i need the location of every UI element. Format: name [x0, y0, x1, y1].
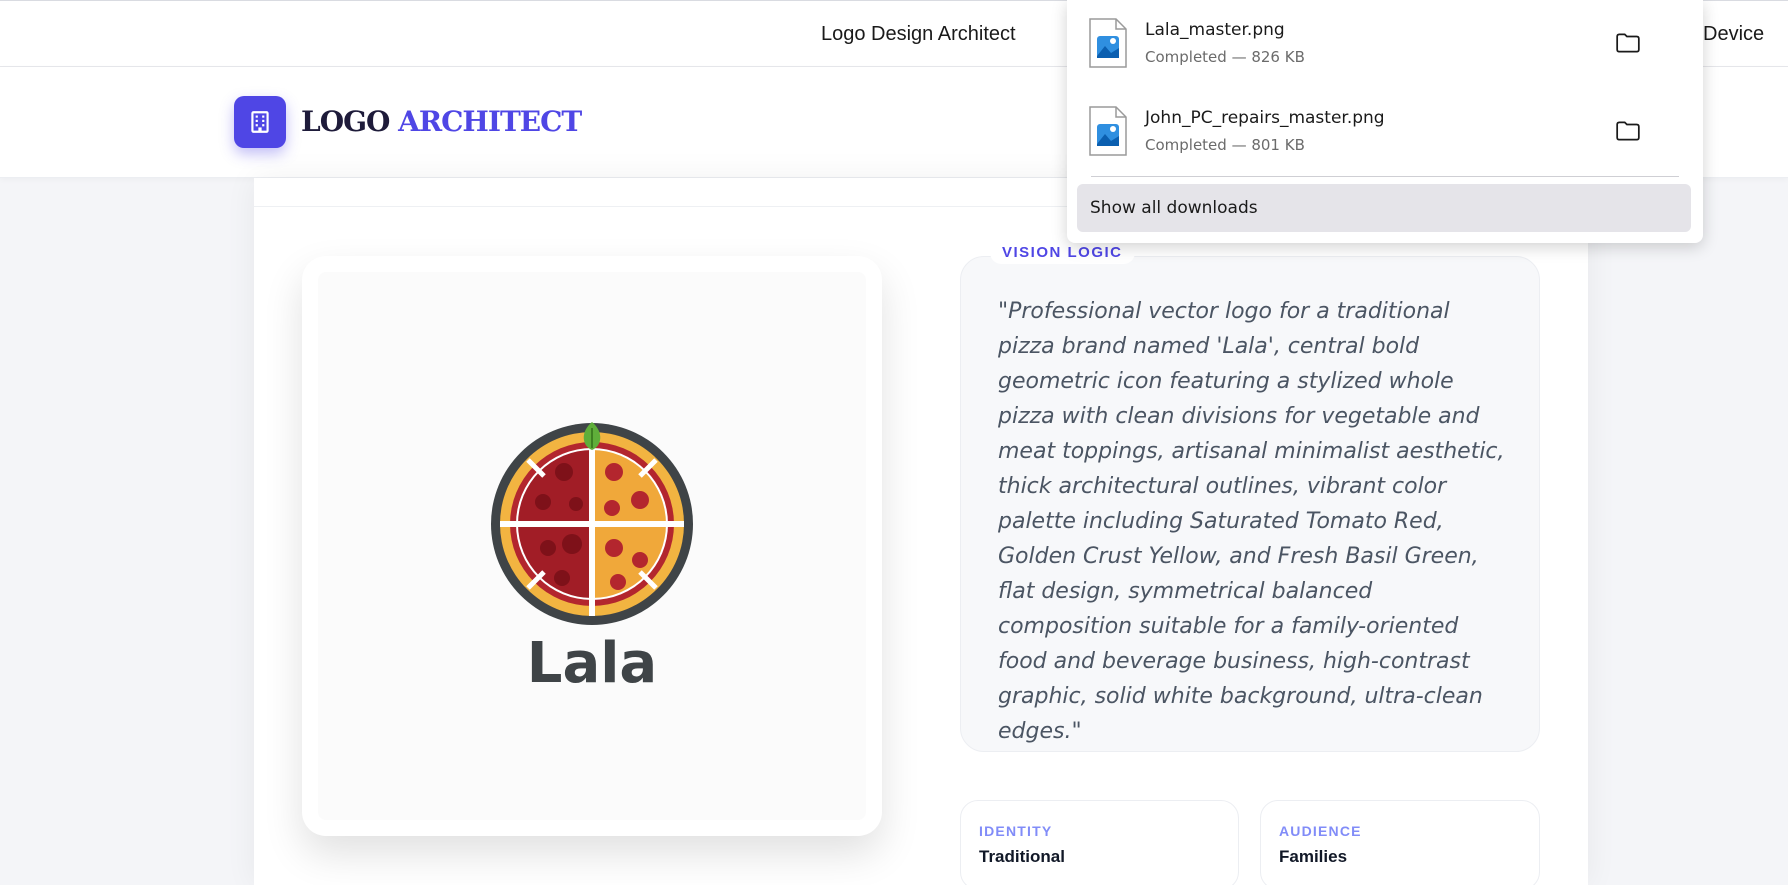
- download-status: Completed — 826 KB: [1145, 48, 1305, 66]
- logo-badge[interactable]: [234, 96, 286, 148]
- pizza-logo-icon: Lala: [491, 422, 693, 696]
- downloads-popup: Lala_master.png Completed — 826 KB John_…: [1067, 0, 1703, 243]
- brand-part-architect: ARCHITECT: [398, 105, 582, 138]
- folder-icon[interactable]: [1615, 30, 1641, 56]
- vision-prompt-text: "Professional vector logo for a traditio…: [998, 299, 1505, 744]
- downloads-separator: [1091, 176, 1679, 177]
- attribute-key: IDENTITY: [979, 823, 1053, 839]
- tab-title[interactable]: Logo Design Architect: [821, 23, 1016, 46]
- download-item[interactable]: John_PC_repairs_master.png Completed — 8…: [1067, 88, 1703, 176]
- download-filename: Lala_master.png: [1145, 20, 1285, 40]
- brand-part-logo: LOGO: [301, 105, 390, 138]
- attribute-card-identity: IDENTITY Traditional: [960, 800, 1239, 885]
- attribute-value: Traditional: [979, 847, 1065, 866]
- download-filename: John_PC_repairs_master.png: [1145, 108, 1385, 128]
- vision-logic-tag: VISION LOGIC: [990, 241, 1135, 264]
- building-icon: [251, 111, 269, 133]
- attribute-key: AUDIENCE: [1279, 823, 1362, 839]
- show-all-downloads-button[interactable]: Show all downloads: [1077, 184, 1691, 232]
- brand-name[interactable]: LOGO ARCHITECT: [301, 105, 582, 138]
- logo-wordmark: Lala: [527, 631, 657, 696]
- attribute-value: Families: [1279, 847, 1348, 866]
- folder-icon[interactable]: [1615, 118, 1641, 144]
- download-item[interactable]: Lala_master.png Completed — 826 KB: [1067, 0, 1703, 88]
- logo-preview-frame[interactable]: Lala: [302, 256, 882, 836]
- logo-preview-image: Lala: [318, 272, 866, 820]
- image-file-icon: [1089, 106, 1127, 156]
- attribute-card-audience: AUDIENCE Families: [1260, 800, 1540, 885]
- device-label[interactable]: Device: [1703, 23, 1764, 46]
- image-file-icon: [1089, 18, 1127, 68]
- download-status: Completed — 801 KB: [1145, 136, 1305, 154]
